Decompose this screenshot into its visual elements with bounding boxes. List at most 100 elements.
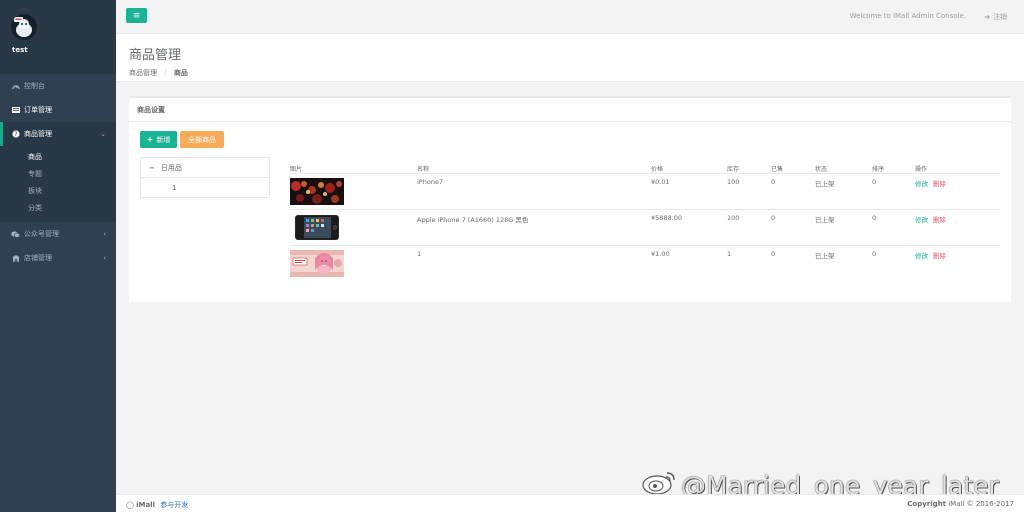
chevron-down-icon: ⌄	[100, 130, 106, 138]
product-sold: 0	[771, 214, 776, 222]
profile-header: test	[0, 0, 116, 74]
sidebar: test 控制台 订单管理 ? 商品管理 ⌄ 商品 专题 板块 分类 公众号管理…	[0, 0, 116, 512]
subnav-item-topics[interactable]: 专题	[0, 165, 116, 182]
edit-link[interactable]: 修改	[915, 180, 928, 188]
sidebar-item-dashboard[interactable]: 控制台	[0, 74, 116, 98]
col-header-price: 价格	[651, 166, 664, 173]
breadcrumb-parent[interactable]: 商品管理	[129, 69, 157, 77]
product-thumbnail-anime-banknote[interactable]	[290, 250, 344, 277]
page-heading: 商品管理 商品管理 / 商品	[116, 34, 1024, 82]
product-status: 已上架	[815, 216, 835, 224]
copyright-label: Copyright	[907, 500, 946, 508]
avatar[interactable]	[11, 14, 37, 40]
sidebar-item-label: 订单管理	[24, 106, 52, 114]
edit-link[interactable]: 修改	[915, 252, 928, 260]
add-button-label: 新增	[156, 135, 171, 144]
sidebar-item-shop[interactable]: 店铺管理 ‹	[0, 246, 116, 270]
sidebar-item-wechat[interactable]: 公众号管理 ‹	[0, 222, 116, 246]
sidebar-item-products[interactable]: ? 商品管理 ⌄	[0, 122, 116, 146]
product-table: 图片 名称 价格 库存 已售 状态 排序 操作 iPhone7 ¥0.01 10…	[290, 160, 1000, 282]
product-price: ¥1.00	[651, 250, 670, 258]
panel-title: 商品设置	[129, 98, 1011, 122]
plus-icon: +	[146, 135, 154, 144]
svg-text:?: ?	[14, 131, 17, 138]
topbar: ≡ Welcome to iMall Admin Console. ➜ 注销	[116, 0, 1024, 34]
sidebar-nav: 控制台 订单管理 ? 商品管理 ⌄	[0, 74, 116, 146]
delete-link[interactable]: 删除	[933, 252, 946, 260]
product-sold: 0	[771, 250, 776, 258]
table-row: iPhone7 ¥0.01 100 0 已上架 0 修改 删除	[290, 174, 1000, 210]
wechat-icon	[11, 230, 20, 238]
welcome-message: Welcome to iMall Admin Console.	[849, 12, 966, 20]
chevron-left-icon: ‹	[103, 254, 106, 262]
sign-out-icon: ➜	[984, 13, 990, 21]
product-sold: 0	[771, 178, 776, 186]
logout-link[interactable]: ➜ 注销	[984, 12, 1007, 22]
product-status: 已上架	[815, 252, 835, 260]
col-header-name: 名称	[417, 166, 430, 173]
contribute-link[interactable]: 参与开发	[160, 501, 188, 509]
sidebar-item-label: 商品管理	[24, 130, 52, 138]
delete-link[interactable]: 删除	[933, 180, 946, 188]
product-name: Apple iPhone 7 (A1660) 128G 黑色	[417, 216, 529, 224]
tree-node-child[interactable]: 1	[141, 178, 269, 198]
tree-node-root[interactable]: − 日用品	[141, 158, 269, 178]
col-header-sold: 已售	[771, 166, 784, 173]
sidebar-item-orders[interactable]: 订单管理	[0, 98, 116, 122]
product-icon: ?	[11, 130, 20, 138]
col-header-sort: 排序	[872, 166, 885, 173]
product-price: ¥0.01	[651, 178, 670, 186]
breadcrumb-current: 商品	[173, 69, 188, 77]
collapse-icon[interactable]: −	[149, 164, 155, 172]
subnav-item-sections[interactable]: 板块	[0, 182, 116, 199]
product-thumbnail-iphone[interactable]	[290, 214, 344, 241]
products-subnav: 商品 专题 板块 分类	[0, 146, 116, 222]
product-name: 1	[417, 250, 422, 258]
row-actions: 修改 删除	[915, 178, 946, 188]
hamburger-icon: ≡	[132, 10, 141, 21]
profile-username[interactable]: test	[12, 46, 116, 54]
product-price: ¥5888.00	[651, 214, 683, 222]
product-sort: 0	[872, 178, 877, 186]
col-header-status: 状态	[815, 166, 828, 173]
delete-link[interactable]: 删除	[933, 216, 946, 224]
col-header-actions: 操作	[915, 166, 928, 173]
order-list-icon	[11, 107, 20, 113]
footer: ◯ iMall 参与开发 Copyright iMall © 2016-2017	[116, 494, 1024, 512]
product-stock: 100	[727, 214, 740, 222]
tree-node-label: 日用品	[160, 163, 182, 172]
dashboard-icon	[11, 83, 20, 90]
product-thumbnail-red-bokeh[interactable]	[290, 178, 344, 205]
table-header: 图片 名称 价格 库存 已售 状态 排序 操作	[290, 160, 1000, 174]
shop-icon	[11, 255, 20, 262]
footer-brand: iMall	[136, 501, 155, 509]
edit-link[interactable]: 修改	[915, 216, 928, 224]
product-sort: 0	[872, 250, 877, 258]
col-header-stock: 库存	[727, 166, 740, 173]
sidebar-toggle-button[interactable]: ≡	[126, 8, 147, 23]
row-actions: 修改 删除	[915, 214, 946, 224]
sidebar-item-label: 公众号管理	[24, 230, 59, 238]
breadcrumb: 商品管理 / 商品	[129, 68, 1024, 78]
copyright-text: iMall © 2016-2017	[948, 500, 1014, 508]
footer-left: ◯ iMall 参与开发	[126, 500, 188, 510]
breadcrumb-separator: /	[164, 69, 167, 77]
sidebar-item-label: 店铺管理	[24, 254, 52, 262]
logout-label: 注销	[993, 13, 1007, 21]
all-products-button[interactable]: 全部商品	[180, 131, 224, 148]
col-header-image: 图片	[290, 166, 303, 173]
table-row: 1 ¥1.00 1 0 已上架 0 修改 删除	[290, 246, 1000, 282]
sidebar-nav-lower: 公众号管理 ‹ 店铺管理 ‹	[0, 222, 116, 270]
row-actions: 修改 删除	[915, 250, 946, 260]
page-title: 商品管理	[129, 48, 182, 63]
product-stock: 100	[727, 178, 740, 186]
product-sort: 0	[872, 214, 877, 222]
product-settings-panel: 商品设置 + 新增 全部商品 − 日用品 1 图片 名称 价格 库存 已售 状态 …	[129, 96, 1011, 302]
table-row: Apple iPhone 7 (A1660) 128G 黑色 ¥5888.00 …	[290, 210, 1000, 246]
subnav-item-products[interactable]: 商品	[0, 148, 116, 165]
product-status: 已上架	[815, 180, 835, 188]
chevron-left-icon: ‹	[103, 230, 106, 238]
add-product-button[interactable]: + 新增	[140, 131, 177, 148]
footer-copyright: Copyright iMall © 2016-2017	[907, 500, 1014, 508]
subnav-item-categories[interactable]: 分类	[0, 199, 116, 216]
